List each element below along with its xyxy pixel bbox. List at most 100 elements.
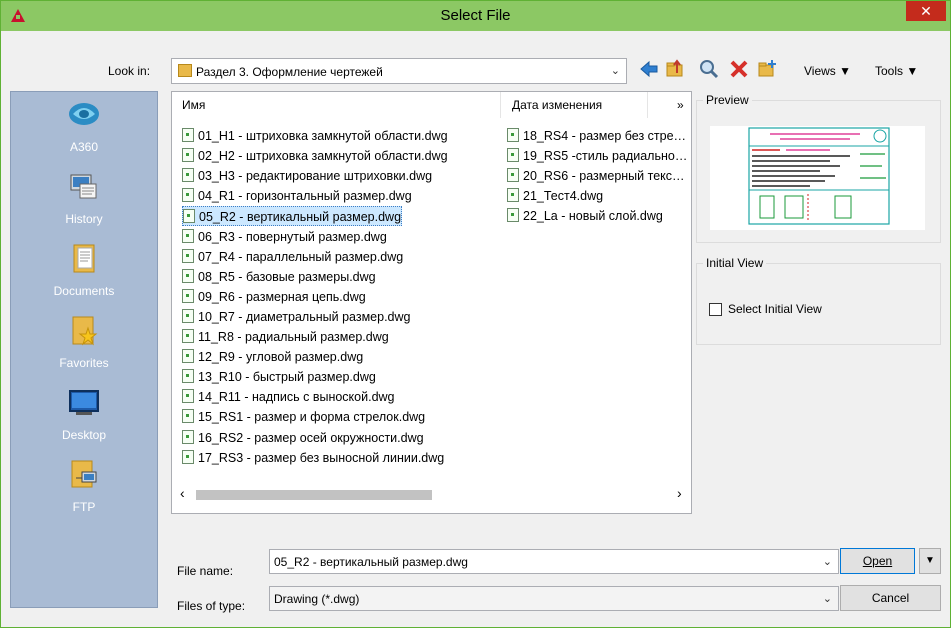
files-of-type-combo[interactable]: Drawing (*.dwg) ⌄ [269,586,839,611]
file-item[interactable]: 04_R1 - горизонтальный размер.dwg [182,186,412,206]
file-item-label: 08_R5 - базовые размеры.dwg [198,269,376,284]
dwg-file-icon [507,208,519,223]
place-ftp[interactable]: FTP [11,452,157,524]
file-item-label: 06_R3 - повернутый размер.dwg [198,229,387,244]
dwg-file-icon [182,349,194,364]
file-item[interactable]: 16_RS2 - размер осей окружности.dwg [182,428,424,448]
dwg-file-icon [507,168,519,183]
file-item[interactable]: 10_R7 - диаметральный размер.dwg [182,307,410,327]
dwg-file-icon [182,228,194,243]
column-header-name[interactable]: Имя [182,92,205,118]
tools-label: Tools [875,64,904,78]
place-label: History [65,212,103,226]
file-item-label: 17_RS3 - размер без выносной линии.dwg [198,450,445,465]
initial-view-label: Initial View [703,256,767,270]
file-item-label: 10_R7 - диаметральный размер.dwg [198,309,411,324]
drawing-preview-thumbnail [710,126,925,230]
desktop-icon [69,390,99,415]
select-initial-view-checkbox[interactable] [709,303,722,316]
more-columns-button[interactable]: » [677,92,684,118]
files-of-type-label: Files of type: [177,599,246,613]
place-favorites[interactable]: Favorites [11,308,157,380]
file-item-label: 03_H3 - редактирование штриховки.dwg [198,169,433,184]
place-a360[interactable]: A360 [11,92,157,164]
scroll-left-arrow[interactable]: ‹ [180,485,185,501]
file-item-label: 07_R4 - параллельный размер.dwg [198,249,404,264]
place-history[interactable]: History [11,164,157,236]
preview-label: Preview [703,93,752,107]
select-initial-view-label[interactable]: Select Initial View [728,302,822,316]
dwg-file-icon [183,209,195,224]
tools-menu[interactable]: Tools ▼ [875,64,918,78]
file-item[interactable]: 20_RS6 - размерный текс… [507,166,689,186]
dwg-file-icon [507,148,519,163]
place-documents[interactable]: Documents [11,236,157,308]
open-options-dropdown[interactable]: ▼ [919,548,941,574]
file-item[interactable]: 12_R9 - угловой размер.dwg [182,347,363,367]
dwg-file-icon [507,188,519,203]
file-name-input[interactable]: 05_R2 - вертикальный размер.dwg ⌄ [269,549,839,574]
new-folder-icon[interactable] [757,59,777,79]
title-bar[interactable]: Select File ✕ [1,1,950,31]
look-in-combo[interactable]: Раздел 3. Оформление чертежей ⌄ [171,58,627,84]
file-item[interactable]: 02_H2 - штриховка замкнутой области.dwg [182,146,448,166]
initial-view-group: Initial View Select Initial View [696,256,941,345]
file-name-label: File name: [177,564,234,578]
file-item[interactable]: 17_RS3 - размер без выносной линии.dwg [182,448,444,468]
place-desktop[interactable]: Desktop [11,380,157,452]
chevron-down-icon[interactable]: ⌄ [823,555,832,568]
file-item-label: 11_R8 - радиальный размер.dwg [198,330,389,344]
views-menu[interactable]: Views ▼ [804,64,851,78]
place-label: Favorites [59,356,109,370]
file-item[interactable]: 09_R6 - размерная цепь.dwg [182,287,366,307]
file-item[interactable]: 03_H3 - редактирование штриховки.dwg [182,166,432,186]
place-label: Desktop [61,428,107,442]
cancel-button[interactable]: Cancel [840,585,941,611]
file-item-selected[interactable]: 05_R2 - вертикальный размер.dwg [182,206,403,227]
file-list[interactable]: Имя Дата изменения » 01_H1 - штриховка з… [171,91,692,514]
file-item-label: 19_RS5 -стиль радиально… [523,149,688,164]
column-header-date[interactable]: Дата изменения [512,92,602,118]
file-name-value[interactable]: 05_R2 - вертикальный размер.dwg [274,555,468,569]
dwg-file-icon [182,128,194,142]
file-item-label: 15_RS1 - размер и форма стрелок.dwg [198,410,426,425]
documents-icon [73,244,95,273]
dwg-file-icon [182,288,194,303]
close-button[interactable]: ✕ [906,1,946,21]
up-folder-icon[interactable] [665,59,685,79]
file-item[interactable]: 19_RS5 -стиль радиально… [507,146,689,166]
file-item[interactable]: 14_R11 - надпись с выноской.dwg [182,387,395,407]
a360-icon [69,103,99,125]
file-item[interactable]: 08_R5 - базовые размеры.dwg [182,267,376,287]
file-item-label: 21_Тест4.dwg [523,189,604,204]
chevron-down-icon: ⌄ [822,593,832,605]
file-item[interactable]: 11_R8 - радиальный размер.dwg [182,327,389,347]
file-item[interactable]: 13_R10 - быстрый размер.dwg [182,367,376,387]
dwg-file-icon [182,369,194,384]
ftp-icon [71,460,97,488]
window-title: Select File [440,7,511,24]
dwg-file-icon [182,248,194,263]
file-item[interactable]: 18_RS4 - размер без стре… [507,126,689,146]
file-item-label: 20_RS6 - размерный текс… [523,169,685,184]
file-item[interactable]: 06_R3 - повернутый размер.dwg [182,227,387,247]
file-item[interactable]: 22_La - новый слой.dwg [507,206,689,226]
history-icon [70,174,97,199]
file-item[interactable]: 15_RS1 - размер и форма стрелок.dwg [182,407,425,427]
file-item-label: 18_RS4 - размер без стре… [523,129,687,143]
views-label: Views [804,64,836,78]
file-item[interactable]: 07_R4 - параллельный размер.dwg [182,247,403,267]
search-web-icon[interactable] [699,59,719,79]
file-item[interactable]: 21_Тест4.dwg [507,186,689,206]
back-icon[interactable] [639,59,659,79]
dwg-file-icon [182,188,194,203]
open-button[interactable]: Open [840,548,915,574]
look-in-label: Look in: [108,64,151,78]
places-bar: A360 History Documents Favorites Desktop… [10,91,158,608]
delete-icon[interactable] [729,59,749,79]
horizontal-scrollbar[interactable]: ‹ › [172,485,691,503]
scroll-right-arrow[interactable]: › [677,485,682,501]
chevron-down-icon: ⌄ [610,65,620,77]
scrollbar-thumb[interactable] [196,490,432,500]
file-item[interactable]: 01_H1 - штриховка замкнутой области.dwg [182,126,448,146]
